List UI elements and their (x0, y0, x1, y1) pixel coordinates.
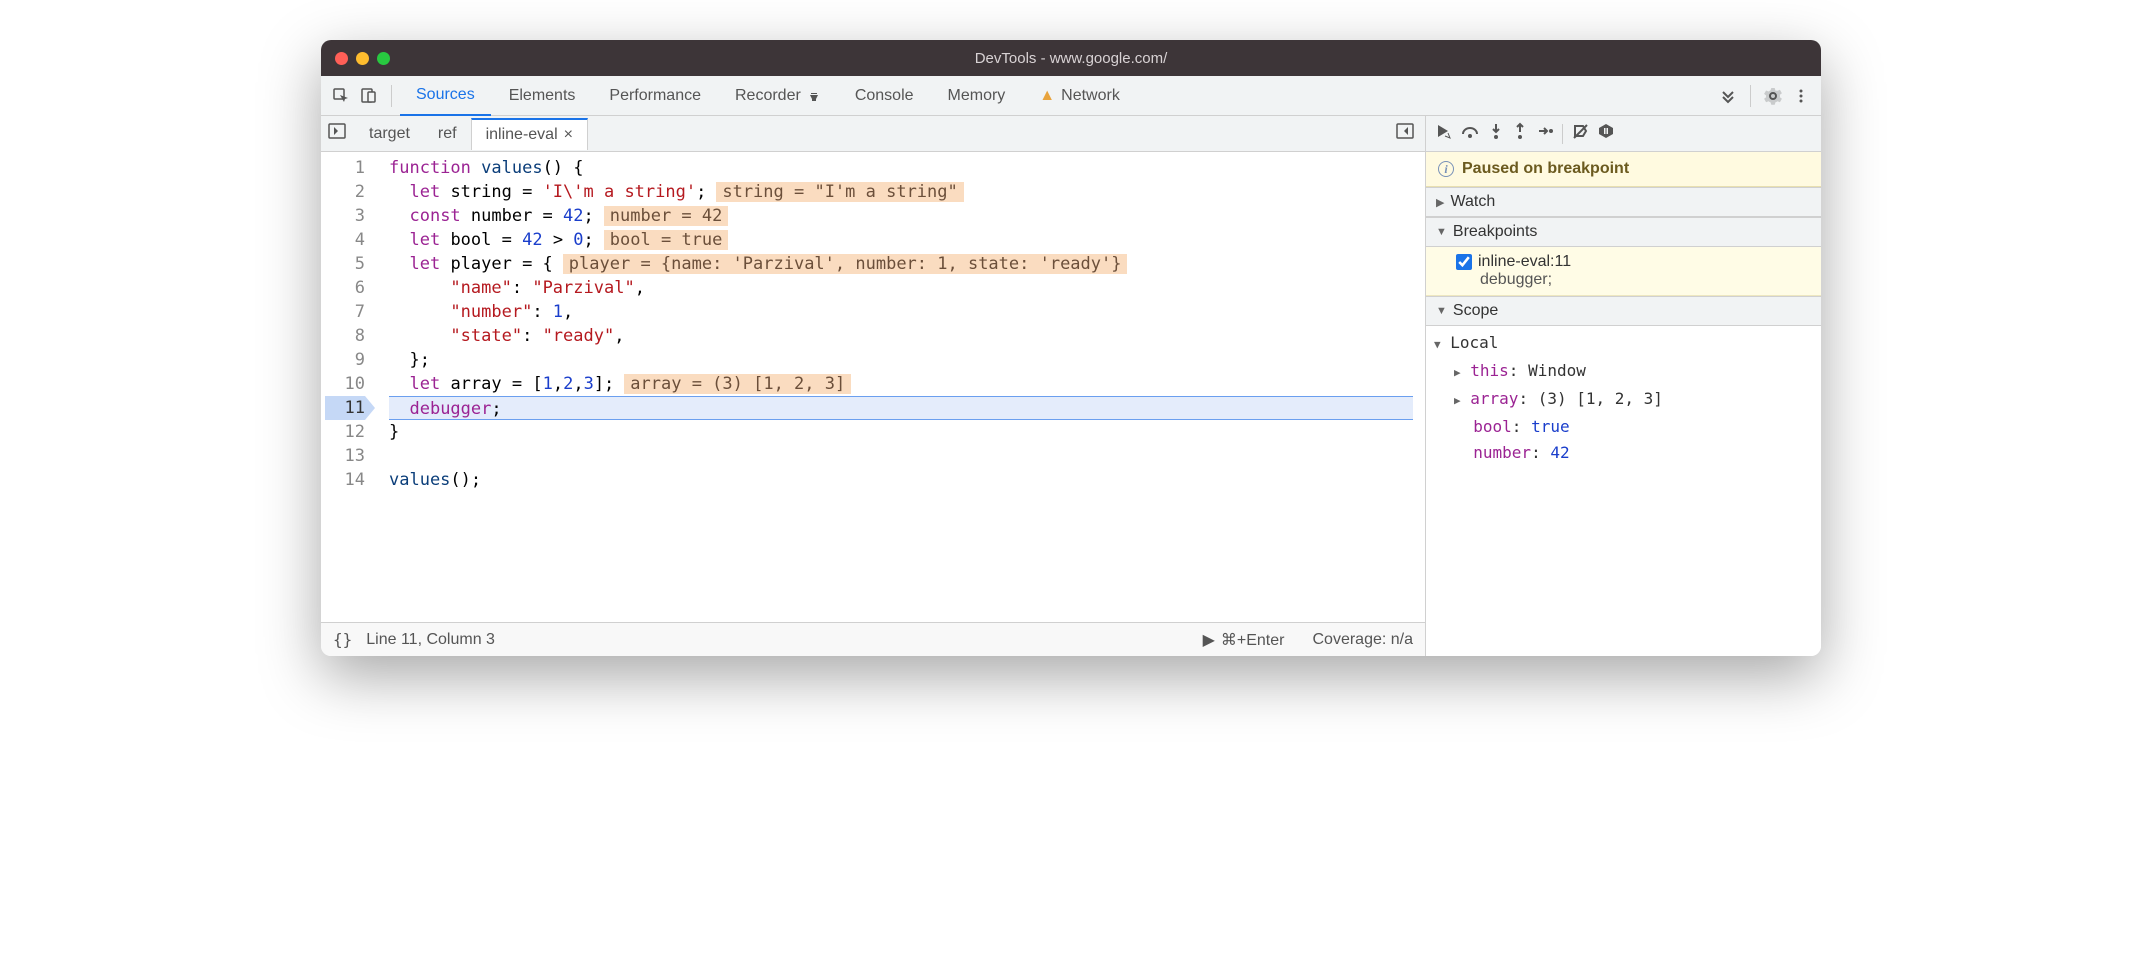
close-window-button[interactable] (335, 52, 348, 65)
code-line[interactable]: let string = 'I\'m a string';string = "I… (389, 180, 1413, 204)
main-tab-bar: SourcesElementsPerformanceRecorder Conso… (321, 76, 1821, 116)
run-snippet-icon[interactable]: ▶ (1203, 630, 1215, 650)
tab-performance[interactable]: Performance (593, 77, 717, 115)
breakpoints-section-header[interactable]: ▼ Breakpoints (1426, 217, 1821, 247)
scope-var-number: number: 42 (1434, 440, 1813, 466)
step-over-icon[interactable] (1460, 122, 1480, 145)
devtools-window: DevTools - www.google.com/ SourcesElemen… (321, 40, 1821, 656)
code-editor[interactable]: 1234567891011121314 function values() { … (321, 152, 1425, 622)
scope-var-this[interactable]: ▶ this: Window (1434, 358, 1813, 386)
file-tab-inline-eval[interactable]: inline-eval× (471, 118, 588, 150)
more-tabs-icon[interactable] (1714, 82, 1742, 110)
step-icon[interactable] (1536, 122, 1554, 145)
code-line[interactable] (389, 444, 1413, 468)
tab-network[interactable]: ▲ Network (1023, 77, 1136, 115)
scope-section-header[interactable]: ▼ Scope (1426, 296, 1821, 326)
scope-var-array[interactable]: ▶ array: (3) [1, 2, 3] (1434, 386, 1813, 414)
expand-triangle-icon: ▼ (1436, 305, 1447, 317)
inline-value-hint: array = (3) [1, 2, 3] (624, 374, 851, 394)
breakpoint-item[interactable]: inline-eval:11 debugger; (1426, 247, 1821, 296)
code-line[interactable]: let player = {player = {name: 'Parzival'… (389, 252, 1413, 276)
breakpoint-checkbox[interactable] (1456, 254, 1472, 270)
tab-sources[interactable]: Sources (400, 76, 491, 117)
run-shortcut-label: ⌘+Enter (1221, 630, 1285, 650)
tab-memory[interactable]: Memory (932, 77, 1022, 115)
coverage-label: Coverage: n/a (1312, 631, 1413, 649)
navigator-toggle-icon[interactable] (327, 121, 347, 146)
code-line[interactable]: const number = 42;number = 42 (389, 204, 1413, 228)
settings-icon[interactable] (1759, 82, 1787, 110)
code-line[interactable]: "number": 1, (389, 300, 1413, 324)
file-tab-target[interactable]: target (355, 118, 424, 149)
pause-exceptions-icon[interactable] (1597, 122, 1615, 145)
device-toolbar-icon[interactable] (355, 82, 383, 110)
code-line[interactable]: "name": "Parzival", (389, 276, 1413, 300)
cursor-position: Line 11, Column 3 (366, 631, 495, 649)
info-icon: i (1438, 161, 1454, 177)
close-tab-icon[interactable]: × (564, 126, 573, 144)
code-line[interactable]: let array = [1,2,3];array = (3) [1, 2, 3… (389, 372, 1413, 396)
file-tab-bar: targetrefinline-eval× (321, 116, 1425, 152)
more-options-icon[interactable] (1395, 121, 1415, 146)
debugger-sidebar: i Paused on breakpoint ▶ Watch ▼ Breakpo… (1426, 116, 1821, 656)
tab-elements[interactable]: Elements (493, 77, 592, 115)
minimize-window-button[interactable] (356, 52, 369, 65)
window-title: DevTools - www.google.com/ (321, 50, 1821, 67)
code-line[interactable]: let bool = 42 > 0;bool = true (389, 228, 1413, 252)
inspect-element-icon[interactable] (327, 82, 355, 110)
pretty-print-icon[interactable]: {} (333, 630, 352, 649)
paused-banner: i Paused on breakpoint (1426, 152, 1821, 187)
debugger-toolbar (1426, 116, 1821, 152)
expand-triangle-icon: ▼ (1436, 226, 1447, 238)
inline-value-hint: bool = true (604, 230, 729, 250)
step-into-icon[interactable] (1488, 122, 1504, 145)
collapse-triangle-icon: ▶ (1436, 196, 1444, 209)
resume-script-icon[interactable] (1434, 122, 1452, 145)
inline-value-hint: player = {name: 'Parzival', number: 1, s… (563, 254, 1128, 274)
tab-recorder[interactable]: Recorder (719, 77, 837, 115)
code-line[interactable]: } (389, 420, 1413, 444)
maximize-window-button[interactable] (377, 52, 390, 65)
file-tab-ref[interactable]: ref (424, 118, 471, 149)
kebab-menu-icon[interactable] (1787, 82, 1815, 110)
window-titlebar: DevTools - www.google.com/ (321, 40, 1821, 76)
code-line[interactable]: function values() { (389, 156, 1413, 180)
editor-status-bar: {} Line 11, Column 3 ▶ ⌘+Enter Coverage:… (321, 622, 1425, 656)
deactivate-breakpoints-icon[interactable] (1571, 122, 1589, 145)
tab-console[interactable]: Console (839, 77, 930, 115)
code-line[interactable]: "state": "ready", (389, 324, 1413, 348)
scope-local-header[interactable]: ▼ Local (1434, 330, 1813, 358)
code-line[interactable]: }; (389, 348, 1413, 372)
step-out-icon[interactable] (1512, 122, 1528, 145)
watch-section-header[interactable]: ▶ Watch (1426, 187, 1821, 217)
scope-var-bool: bool: true (1434, 414, 1813, 440)
inline-value-hint: number = 42 (604, 206, 729, 226)
code-line[interactable]: values(); (389, 468, 1413, 492)
inline-value-hint: string = "I'm a string" (716, 182, 963, 202)
code-line[interactable]: debugger; (389, 396, 1413, 420)
